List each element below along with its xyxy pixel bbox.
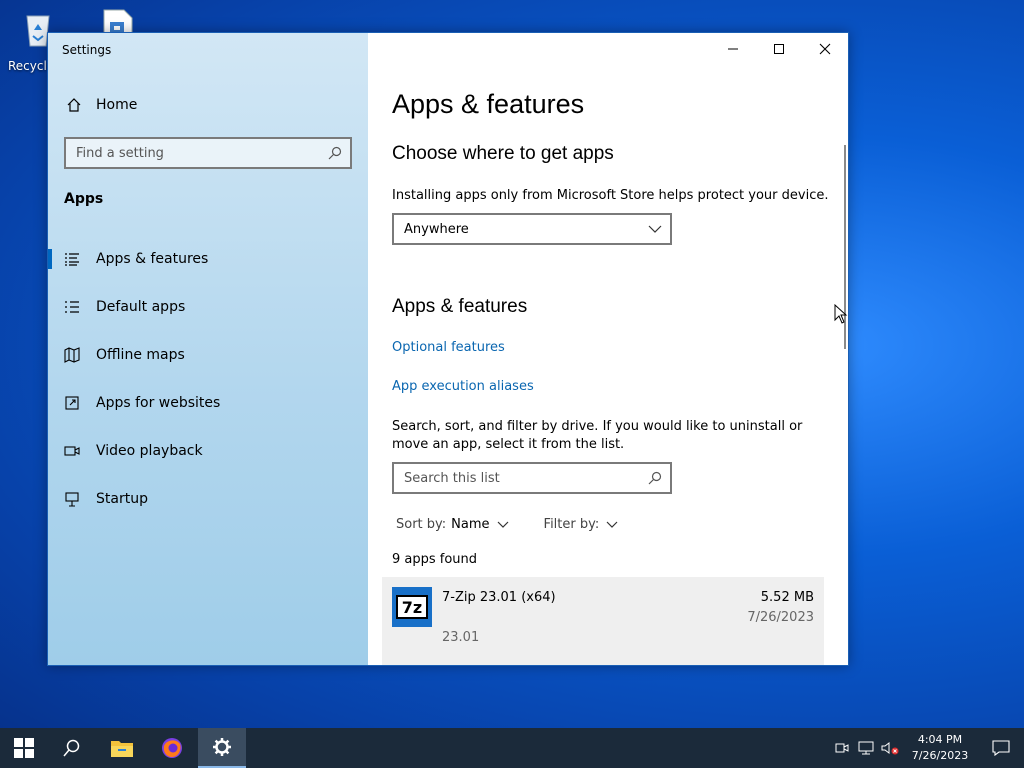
search-description: Search, sort, and filter by drive. If yo… [392, 419, 803, 452]
close-button[interactable] [802, 33, 848, 65]
window-title: Settings [62, 43, 112, 57]
volume-muted-icon [881, 742, 899, 755]
chevron-down-icon [606, 521, 618, 528]
find-setting-placeholder: Find a setting [76, 145, 164, 161]
settings-sidebar: Settings Home Find a setting Apps Apps &… [48, 33, 368, 665]
home-nav-item[interactable]: Home [66, 97, 137, 113]
minimize-button[interactable] [710, 33, 756, 65]
sort-by-dropdown[interactable]: Sort by: Name [396, 517, 509, 532]
sidebar-item-offline-maps[interactable]: Offline maps [48, 337, 368, 373]
sidebar-item-apps-features[interactable]: Apps & features [48, 241, 368, 277]
minimize-icon [728, 48, 738, 50]
sidebar-section-title: Apps [64, 191, 104, 207]
filter-label: Filter by: [543, 517, 600, 532]
maximize-button[interactable] [756, 33, 802, 65]
app-source-dropdown[interactable]: Anywhere [392, 213, 672, 245]
volume-button[interactable] [878, 728, 902, 768]
firefox-icon [162, 738, 182, 758]
sidebar-item-default-apps[interactable]: Default apps [48, 289, 368, 325]
choose-apps-description: Installing apps only from Microsoft Stor… [392, 188, 829, 203]
sidebar-item-label: Video playback [96, 443, 203, 459]
app-size: 5.52 MB [760, 590, 814, 605]
clock-date: 7/26/2023 [911, 749, 969, 762]
start-button[interactable] [0, 728, 48, 768]
optional-features-link[interactable]: Optional features [392, 340, 505, 355]
home-icon [66, 97, 82, 113]
find-setting-input[interactable]: Find a setting [64, 137, 352, 169]
choose-apps-heading: Choose where to get apps [392, 143, 614, 164]
network-button[interactable] [854, 728, 878, 768]
search-list-placeholder: Search this list [404, 470, 500, 486]
action-center-button[interactable] [978, 728, 1024, 768]
firefox-button[interactable] [148, 728, 196, 768]
maximize-icon [774, 44, 784, 54]
search-icon [63, 739, 80, 757]
folder-icon [111, 741, 133, 757]
file-explorer-button[interactable] [98, 728, 146, 768]
system-tray: 4:04 PM 7/26/2023 [830, 728, 1024, 768]
app-icon-text: 7z [396, 595, 428, 619]
app-name: 7-Zip 23.01 (x64) [442, 590, 556, 605]
home-label: Home [96, 97, 138, 113]
search-list-input[interactable]: Search this list [392, 462, 672, 494]
mouse-cursor-icon [834, 304, 848, 324]
chevron-down-icon [648, 223, 662, 235]
map-icon [64, 347, 80, 363]
sidebar-item-label: Offline maps [96, 347, 185, 363]
meet-now-button[interactable] [830, 728, 854, 768]
page-title: Apps & features [392, 89, 585, 119]
default-apps-icon [64, 299, 80, 315]
settings-taskbar-button[interactable] [198, 728, 246, 768]
sidebar-item-label: Default apps [96, 299, 186, 315]
sidebar-item-video-playback[interactable]: Video playback [48, 433, 368, 469]
clock-time: 4:04 PM [917, 733, 963, 746]
sidebar-item-label: Apps & features [96, 251, 209, 267]
sidebar-item-apps-for-websites[interactable]: Apps for websites [48, 385, 368, 421]
sidebar-item-label: Startup [96, 491, 148, 507]
settings-window: Settings Home Find a setting Apps Apps &… [47, 32, 849, 666]
app-list-item[interactable]: 7z 7-Zip 23.01 (x64) 23.01 5.52 MB 7/26/… [382, 577, 824, 665]
sort-label: Sort by: [396, 517, 447, 532]
camera-icon [835, 743, 849, 753]
chevron-down-icon [497, 521, 508, 528]
app-version: 23.01 [442, 630, 480, 645]
sidebar-item-startup[interactable]: Startup [48, 481, 368, 517]
search-icon [328, 146, 342, 160]
search-button[interactable] [48, 728, 96, 768]
filter-by-dropdown[interactable]: Filter by: [544, 517, 619, 532]
settings-content: Apps & features Choose where to get apps… [368, 33, 848, 665]
window-controls [710, 33, 848, 65]
apps-count: 9 apps found [392, 552, 478, 567]
app-date: 7/26/2023 [747, 610, 814, 625]
list-icon [64, 251, 80, 267]
clock[interactable]: 4:04 PM 7/26/2023 [902, 732, 978, 764]
search-icon [648, 471, 662, 485]
video-icon [64, 443, 80, 459]
app-execution-aliases-link[interactable]: App execution aliases [392, 379, 534, 394]
notification-icon [992, 740, 1010, 756]
sidebar-item-label: Apps for websites [96, 395, 221, 411]
sort-value: Name [451, 517, 490, 532]
gear-icon [213, 738, 231, 756]
network-icon [858, 741, 874, 755]
taskbar: 4:04 PM 7/26/2023 [0, 728, 1024, 768]
7zip-icon: 7z [392, 587, 432, 627]
windows-logo-icon [14, 738, 34, 758]
sort-filter-row: Sort by: Name Filter by: [396, 517, 618, 532]
close-icon [819, 43, 831, 55]
open-in-icon [64, 395, 80, 411]
app-source-value: Anywhere [404, 221, 469, 237]
startup-icon [64, 491, 80, 507]
apps-features-heading: Apps & features [392, 296, 528, 317]
